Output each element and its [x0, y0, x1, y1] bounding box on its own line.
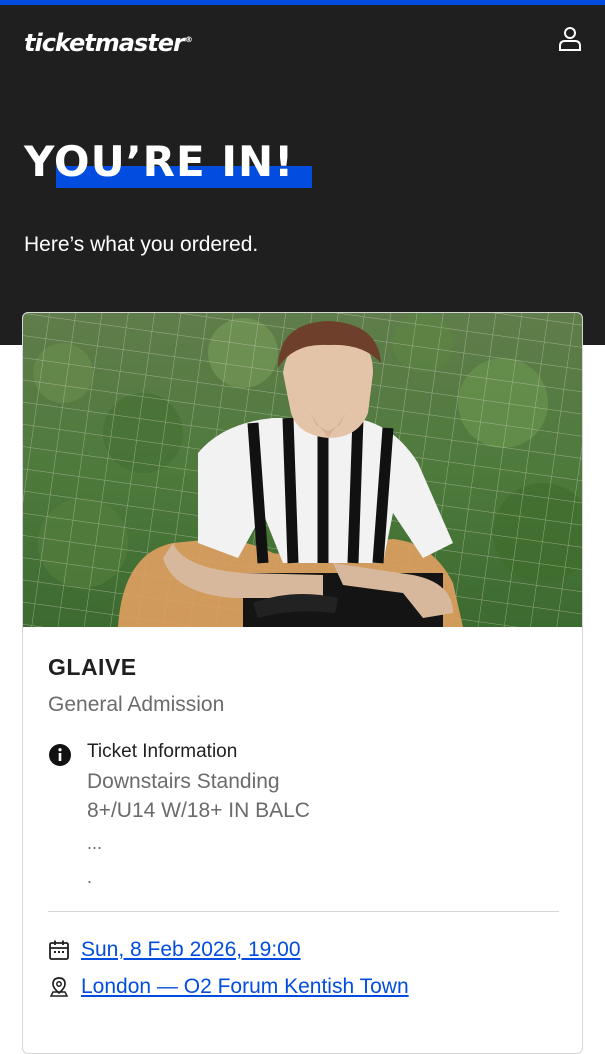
event-date-link[interactable]: Sun, 8 Feb 2026, 19:00	[81, 938, 301, 962]
ticket-info-title: Ticket Information	[87, 741, 238, 762]
event-venue-link[interactable]: London — O2 Forum Kentish Town	[81, 975, 409, 999]
hero-section: ticketmaster® YOU’RE IN! Here’s what you…	[0, 5, 605, 345]
location-pin-icon	[48, 976, 70, 998]
order-card: GLAIVE General Admission Ticket Informat…	[22, 312, 583, 1054]
ticket-type: General Admission	[48, 693, 225, 716]
ticketmaster-logo[interactable]: ticketmaster®	[24, 29, 193, 57]
ticket-info-line: Downstairs Standing	[87, 770, 280, 793]
ticket-info-line: .	[87, 867, 93, 887]
ticket-info-line: 8+/U14 W/18+ IN BALC	[87, 799, 310, 822]
calendar-icon	[48, 939, 70, 961]
page-title: YOU’RE IN!	[24, 137, 295, 186]
event-name: GLAIVE	[48, 654, 137, 680]
ticket-info-line: ...	[87, 833, 103, 853]
logo-text: ticketmaster	[24, 29, 185, 57]
page-subtitle: Here’s what you ordered.	[24, 233, 259, 256]
headline-block: YOU’RE IN!	[24, 137, 324, 197]
divider	[48, 911, 559, 912]
logo-registered-mark: ®	[184, 35, 193, 44]
person-icon[interactable]	[556, 25, 584, 53]
info-icon	[48, 743, 72, 767]
event-image	[23, 313, 582, 627]
